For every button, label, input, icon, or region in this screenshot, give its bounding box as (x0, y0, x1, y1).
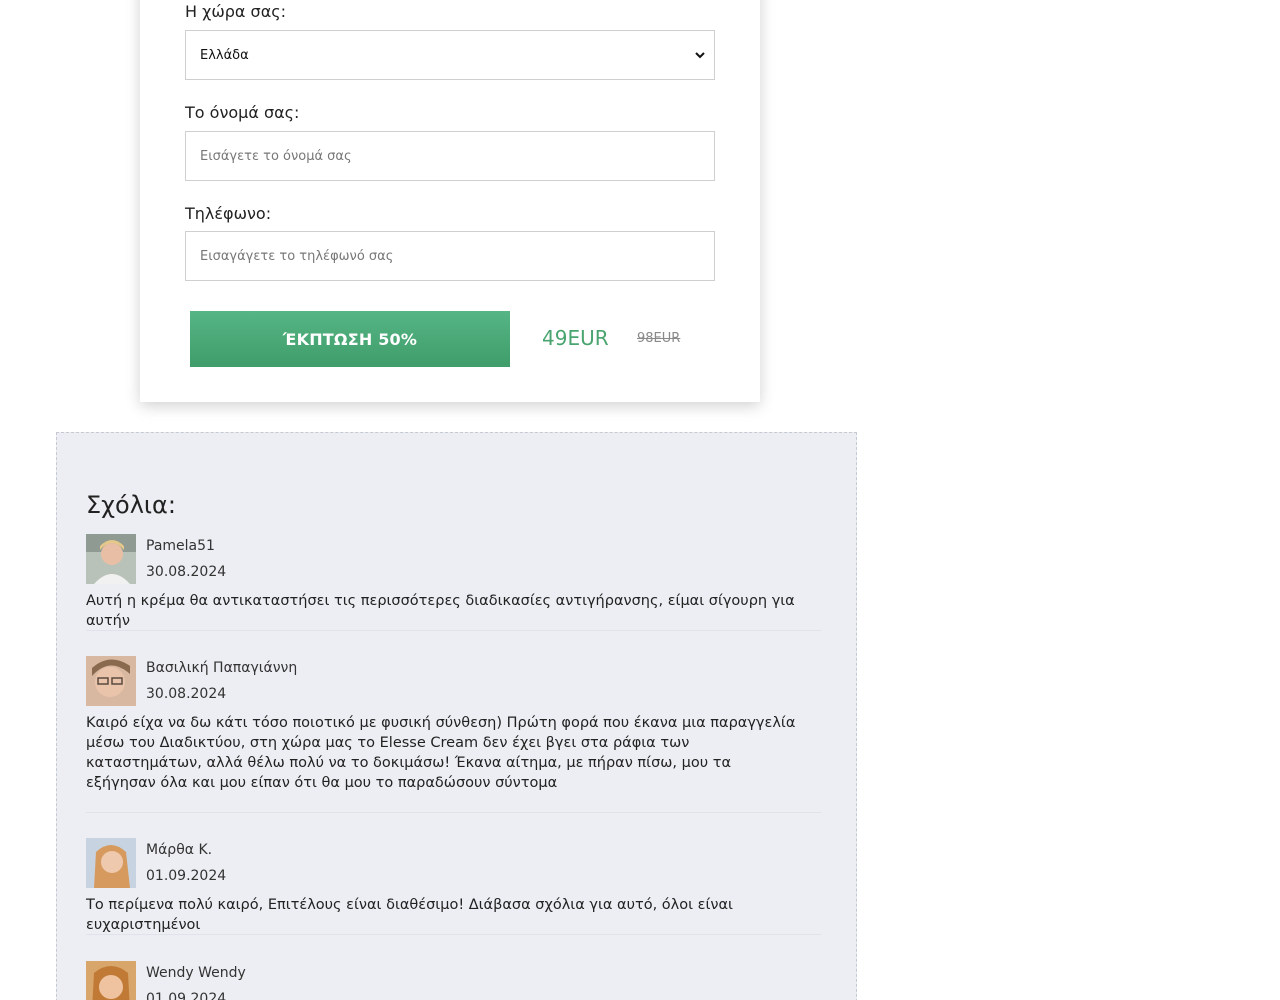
comment-text: Αυτή η κρέμα θα αντικαταστήσει τις περισ… (86, 593, 795, 629)
avatar-photo-icon (86, 838, 136, 888)
comment-author: Wendy Wendy (146, 965, 246, 981)
comments-title: Σχόλια: (86, 491, 176, 519)
comment-date: 30.08.2024 (146, 686, 227, 702)
comment-date: 30.08.2024 (146, 564, 227, 580)
avatar (86, 656, 136, 706)
discount-submit-button[interactable]: ΈΚΠΤΩΣΗ 50% (190, 311, 510, 367)
comment-divider (86, 630, 821, 631)
comment-text: Το περίμενα πολύ καιρό, Επιτέλους είναι … (86, 897, 733, 933)
country-select[interactable]: Ελλάδα (185, 30, 715, 80)
chevron-down-icon (695, 52, 705, 59)
avatar (86, 534, 136, 584)
comments-section: Σχόλια: Pamela51 30.08.2024 Αυτή η κρέμα… (56, 432, 857, 1000)
comment-divider (86, 934, 821, 935)
comment-author: Pamela51 (146, 538, 215, 554)
comment-date: 01.09.2024 (146, 991, 227, 1000)
price-new: 49EUR (542, 326, 609, 350)
comment-text: Καιρό είχα να δω κάτι τόσο ποιοτικό με φ… (86, 715, 796, 791)
comment-divider (86, 812, 821, 813)
page: Η χώρα σας: Ελλάδα Το όνομά σας: Εισάγετ… (0, 0, 1280, 1000)
comment-author: Μάρθα Κ. (146, 842, 213, 858)
comment-date: 01.09.2024 (146, 868, 227, 884)
country-select-value: Ελλάδα (200, 47, 249, 63)
order-form: Η χώρα σας: Ελλάδα Το όνομά σας: Εισάγετ… (140, 0, 760, 402)
avatar-photo-icon (86, 961, 136, 1000)
avatar (86, 838, 136, 888)
phone-label: Τηλέφωνο: (185, 204, 272, 223)
name-input[interactable]: Εισάγετε το όνομά σας (185, 131, 715, 181)
name-label: Το όνομά σας: (185, 103, 300, 122)
avatar (86, 961, 136, 1000)
country-label: Η χώρα σας: (185, 2, 287, 21)
name-input-placeholder: Εισάγετε το όνομά σας (200, 148, 352, 164)
price-old: 98EUR (637, 331, 681, 346)
avatar-photo-icon (86, 534, 136, 584)
comment-author: Βασιλική Παπαγιάννη (146, 660, 298, 676)
avatar-photo-icon (86, 656, 136, 706)
phone-input[interactable]: Εισαγάγετε το τηλέφωνό σας (185, 231, 715, 281)
phone-input-placeholder: Εισαγάγετε το τηλέφωνό σας (200, 248, 394, 264)
